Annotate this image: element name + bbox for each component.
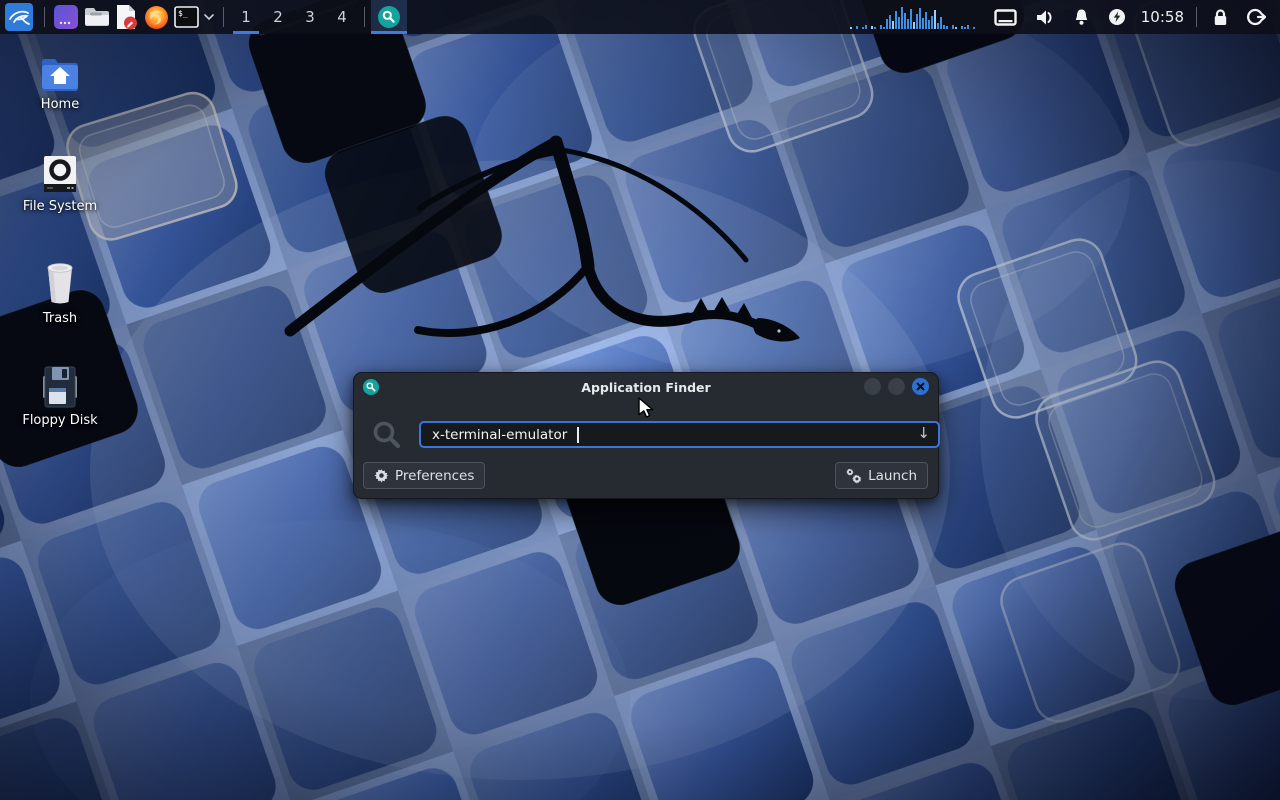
desktop-icon-trash[interactable]: Trash — [12, 260, 108, 326]
tray-display[interactable] — [994, 0, 1017, 34]
workspace-1[interactable]: 1 — [230, 0, 262, 34]
search-input[interactable]: x-terminal-emulator ↓ — [419, 421, 940, 448]
dropdown-arrow-icon[interactable]: ↓ — [917, 424, 930, 442]
desktop-icon-label: File System — [23, 199, 97, 214]
close-button[interactable] — [912, 378, 929, 395]
chevron-down-icon — [204, 14, 214, 20]
workspace-label: 2 — [273, 8, 283, 26]
launcher-file-manager[interactable] — [81, 0, 111, 34]
tray-notifications[interactable] — [1073, 0, 1090, 34]
bell-icon — [1073, 8, 1090, 26]
maximize-button[interactable] — [888, 378, 905, 395]
power-manager-icon — [1108, 8, 1126, 26]
display-icon — [994, 9, 1017, 26]
firefox-icon — [144, 5, 169, 30]
tray-lock-screen[interactable] — [1212, 0, 1229, 34]
launcher-terminal[interactable]: $_ — [171, 0, 201, 34]
launcher-firefox[interactable] — [141, 0, 171, 34]
tray-logout[interactable] — [1247, 0, 1266, 34]
desktop-icon-floppy-disk[interactable]: Floppy Disk — [12, 366, 108, 428]
panel-clock[interactable]: 10:58 — [1141, 0, 1184, 34]
tray-volume[interactable] — [1035, 0, 1055, 34]
close-icon — [912, 378, 929, 395]
workspace-label: 1 — [241, 8, 251, 26]
text-caret — [577, 427, 579, 443]
panel-separator — [44, 7, 45, 27]
terminal-dropdown[interactable] — [201, 0, 217, 34]
launcher-show-desktop[interactable] — [51, 0, 81, 34]
text-editor-icon — [114, 4, 138, 30]
tray-power-manager[interactable] — [1108, 0, 1126, 34]
lock-icon — [1212, 8, 1229, 27]
application-finder-window: Application Finder x-terminal-emulator ↓ — [353, 372, 939, 499]
gear-icon — [374, 468, 389, 483]
window-title: Application Finder — [354, 380, 938, 395]
panel-separator — [1196, 7, 1197, 27]
trash-can-icon — [41, 260, 79, 306]
launch-button[interactable]: Launch — [835, 462, 928, 489]
titlebar[interactable]: Application Finder — [354, 373, 938, 401]
launch-gears-icon — [846, 468, 862, 484]
workspace-label: 4 — [337, 8, 347, 26]
desktop-icon-label: Home — [41, 97, 79, 112]
application-finder-icon — [378, 6, 400, 28]
search-icon — [371, 419, 403, 451]
panel-separator — [223, 7, 224, 27]
file-manager-icon — [83, 6, 109, 28]
desktop-icon-file-system[interactable]: File System — [12, 154, 108, 214]
workspace-label: 3 — [305, 8, 315, 26]
desktop-icon-home[interactable]: Home — [12, 56, 108, 112]
kali-menu-button[interactable] — [0, 0, 38, 34]
show-desktop-icon — [54, 5, 78, 29]
desktop-icon-label: Trash — [43, 311, 77, 326]
logout-icon — [1247, 8, 1266, 26]
top-panel: $_ 1 2 3 4 — [0, 0, 1280, 34]
workspace-3[interactable]: 3 — [294, 0, 326, 34]
hard-disk-icon — [40, 154, 80, 194]
launch-label: Launch — [868, 468, 917, 484]
audio-volume-icon — [1035, 9, 1055, 26]
panel-separator — [364, 7, 365, 27]
kali-logo-icon — [5, 3, 33, 31]
terminal-icon: $_ — [174, 6, 199, 28]
preferences-label: Preferences — [395, 468, 474, 484]
svg-text:$_: $_ — [178, 9, 188, 18]
floppy-disk-icon — [40, 366, 80, 408]
workspace-4[interactable]: 4 — [326, 0, 358, 34]
cpu-graph-widget[interactable] — [850, 0, 976, 34]
clock-text: 10:58 — [1141, 8, 1184, 26]
workspace-2[interactable]: 2 — [262, 0, 294, 34]
search-query-text: x-terminal-emulator — [432, 427, 567, 443]
minimize-button[interactable] — [864, 378, 881, 395]
desktop-icon-label: Floppy Disk — [22, 413, 97, 428]
launcher-text-editor[interactable] — [111, 0, 141, 34]
cpu-graph-icon — [850, 4, 976, 30]
home-folder-icon — [39, 56, 81, 92]
taskbar-application-finder[interactable] — [371, 0, 407, 34]
preferences-button[interactable]: Preferences — [363, 462, 485, 489]
